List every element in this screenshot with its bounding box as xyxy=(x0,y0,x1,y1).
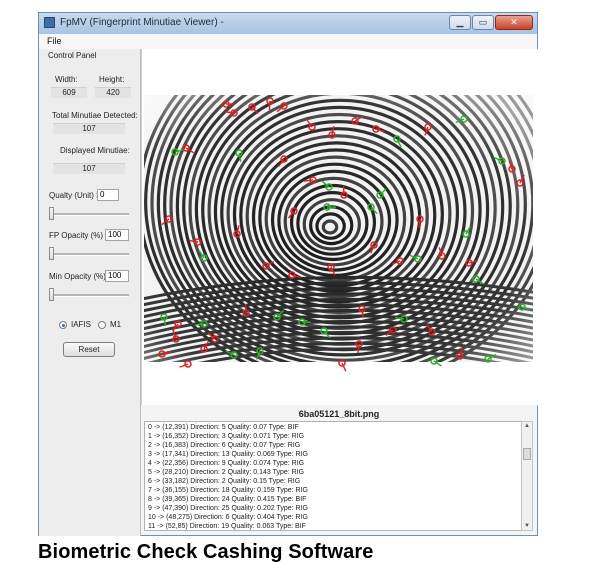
height-value: 420 xyxy=(95,87,131,98)
list-item[interactable]: 4 -> (22,356) Direction: 9 Quality: 0.07… xyxy=(148,460,304,467)
min-opacity-slider[interactable] xyxy=(49,288,129,302)
list-item[interactable]: 5 -> (28,210) Direction: 2 Quality: 0.14… xyxy=(148,469,304,476)
list-item[interactable]: 1 -> (16,352) Direction: 3 Quality: 0.07… xyxy=(148,433,304,440)
window-title: FpMV (Fingerprint Minutiae Viewer) - xyxy=(60,17,224,28)
fp-opacity-label: FP Opacity (%) > xyxy=(49,231,110,240)
minimize-button[interactable]: ▁ xyxy=(449,15,471,30)
reset-button[interactable]: Reset xyxy=(63,342,115,357)
fingerprint-viewer[interactable] xyxy=(141,49,538,406)
radio-iafis[interactable] xyxy=(59,321,67,329)
total-minutiae-value: 107 xyxy=(53,123,125,134)
list-item[interactable]: 2 -> (16,383) Direction: 6 Quality: 0.07… xyxy=(148,442,300,449)
minutia-direction xyxy=(357,343,360,354)
displayed-minutiae-label: Displayed Minutiae: xyxy=(60,146,130,155)
scroll-thumb[interactable] xyxy=(523,448,531,460)
quality-slider[interactable] xyxy=(49,207,129,221)
app-window: FpMV (Fingerprint Minutiae Viewer) - ▁ ▭… xyxy=(38,12,538,536)
radio-iafis-label: IAFIS xyxy=(71,320,92,329)
total-minutiae-label: Total Minutiae Detected: xyxy=(52,111,138,120)
fp-opacity-slider[interactable] xyxy=(49,247,129,261)
app-icon xyxy=(44,17,55,28)
min-opacity-label: Min Opacity (%) > xyxy=(49,272,113,281)
list-item[interactable]: 7 -> (36,155) Direction: 18 Quality: 0.1… xyxy=(148,487,308,494)
menu-bar: File xyxy=(39,34,537,50)
minutiae-list-panel: 6ba05121_8bit.png 0 -> (12,391) Directio… xyxy=(141,405,537,535)
slider-thumb[interactable] xyxy=(49,207,54,220)
list-item[interactable]: 3 -> (17,341) Direction: 13 Quality: 0.0… xyxy=(148,451,308,458)
scroll-down-icon[interactable]: ▼ xyxy=(523,523,531,529)
minutia-direction xyxy=(194,323,205,326)
list-item[interactable]: 10 -> (48,275) Direction: 6 Quality: 0.4… xyxy=(148,514,308,521)
quality-label: Qualty (Unit) > xyxy=(49,191,101,200)
fp-opacity-input[interactable]: 100 xyxy=(105,229,129,241)
radio-m1[interactable] xyxy=(98,321,106,329)
slider-thumb[interactable] xyxy=(49,247,54,260)
minutiae-listbox[interactable]: 0 -> (12,391) Direction: 5 Quality: 0.07… xyxy=(144,421,524,531)
minutia-direction xyxy=(418,218,421,229)
caption: Biometric Check Cashing Software xyxy=(38,541,374,563)
slider-thumb[interactable] xyxy=(49,288,54,301)
quality-input[interactable]: 0 xyxy=(97,189,119,201)
min-opacity-input[interactable]: 100 xyxy=(105,270,129,282)
scroll-up-icon[interactable]: ▲ xyxy=(523,423,531,429)
control-panel-heading: Control Panel xyxy=(48,51,97,60)
list-item[interactable]: 11 -> (52,85) Direction: 19 Quality: 0.0… xyxy=(148,523,306,530)
height-label: Height: xyxy=(99,75,125,84)
list-item[interactable]: 9 -> (47,390) Direction: 25 Quality: 0.2… xyxy=(148,505,308,512)
title-bar[interactable]: FpMV (Fingerprint Minutiae Viewer) - ▁ ▭… xyxy=(39,13,537,35)
menu-file[interactable]: File xyxy=(47,36,62,46)
close-button[interactable]: ✕ xyxy=(495,15,533,30)
width-value: 609 xyxy=(51,87,87,98)
maximize-button[interactable]: ▭ xyxy=(472,15,494,30)
minutia-direction xyxy=(268,100,271,111)
control-panel: Control Panel Width: Height: 609 420 Tot… xyxy=(39,49,141,536)
radio-m1-label: M1 xyxy=(110,320,122,329)
image-filename: 6ba05121_8bit.png xyxy=(298,409,380,419)
displayed-minutiae-value: 107 xyxy=(53,163,125,174)
fingerprint-canvas xyxy=(144,95,533,372)
width-label: Width: xyxy=(55,75,78,84)
list-scrollbar[interactable]: ▲ ▼ xyxy=(521,421,533,531)
list-item[interactable]: 8 -> (39,365) Direction: 24 Quality: 0.4… xyxy=(148,496,306,503)
list-item[interactable]: 0 -> (12,391) Direction: 5 Quality: 0.07… xyxy=(148,424,299,431)
list-item[interactable]: 6 -> (33,182) Direction: 2 Quality: 0.15… xyxy=(148,478,300,485)
